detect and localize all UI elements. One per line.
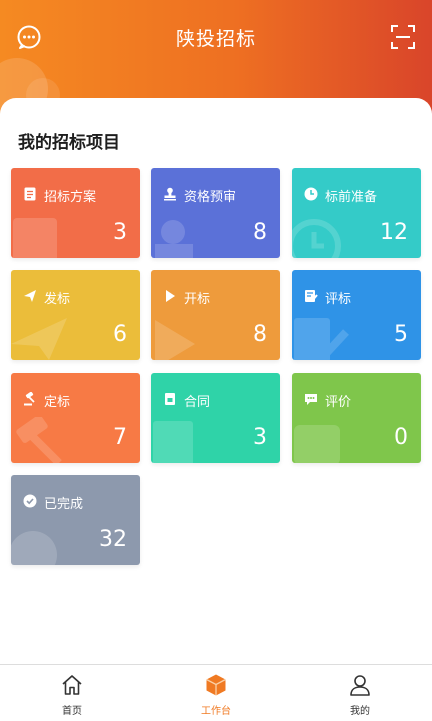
page-title: 陕投招标 [175, 28, 256, 50]
edit-note-watermark-icon [294, 318, 349, 360]
section-title: 我的招标项目 [18, 133, 120, 153]
paper-plane-watermark-icon [11, 318, 67, 360]
contract-watermark-icon [153, 421, 193, 463]
card-bid-evaluation[interactable]: 评标 5 [292, 270, 421, 360]
card-prequalification[interactable]: 资格预审 8 [151, 168, 280, 258]
card-label: 定标 [44, 395, 71, 410]
card-label: 评标 [325, 292, 352, 307]
card-label: 合同 [184, 395, 211, 410]
card-review[interactable]: 评价 0 [292, 373, 421, 463]
card-bid-opening[interactable]: 开标 8 [151, 270, 280, 360]
card-count: 32 [99, 527, 127, 552]
play-watermark-icon [155, 320, 195, 360]
card-count: 7 [113, 425, 127, 450]
card-count: 8 [253, 322, 267, 347]
card-count: 8 [253, 220, 267, 245]
stamp-icon [164, 187, 176, 201]
tab-label: 我的 [350, 706, 370, 717]
card-count: 6 [113, 322, 127, 347]
card-bidding-plan[interactable]: 招标方案 3 [11, 168, 140, 258]
card-bid-award[interactable]: 定标 7 [11, 373, 140, 463]
card-label: 发标 [44, 292, 71, 307]
document-watermark-icon [13, 218, 57, 258]
tab-profile[interactable]: 我的 [288, 665, 432, 721]
tab-label: 工作台 [201, 706, 231, 717]
play-icon [166, 290, 175, 302]
card-completed[interactable]: 已完成 32 [11, 475, 140, 565]
check-circle-icon [23, 494, 37, 508]
card-bid-issue[interactable]: 发标 6 [11, 270, 140, 360]
tab-label: 首页 [62, 706, 82, 717]
tab-workbench[interactable]: 工作台 [144, 665, 288, 721]
card-label: 标前准备 [325, 190, 378, 205]
card-count: 12 [380, 220, 408, 245]
stamp-watermark-icon [155, 220, 193, 258]
document-icon [24, 187, 36, 201]
card-label: 招标方案 [44, 190, 97, 205]
card-label: 已完成 [44, 497, 84, 512]
card-label: 评价 [325, 395, 352, 410]
scan-icon[interactable] [390, 24, 416, 50]
person-icon [350, 675, 370, 696]
bottom-tab-bar: 首页 工作台 我的 [0, 664, 432, 721]
tab-home[interactable]: 首页 [0, 665, 144, 721]
card-count: 3 [253, 425, 267, 450]
contract-icon [165, 393, 175, 405]
workbench-icon [206, 674, 226, 696]
comment-icon [305, 394, 317, 405]
card-count: 3 [113, 220, 127, 245]
paper-plane-icon [24, 290, 36, 302]
card-count: 5 [394, 322, 408, 347]
gavel-watermark-icon [16, 417, 62, 463]
check-circle-watermark-icon [11, 531, 57, 565]
card-count: 0 [394, 425, 408, 450]
card-contract[interactable]: 合同 3 [151, 373, 280, 463]
card-label: 资格预审 [184, 190, 237, 205]
gavel-icon [24, 392, 35, 406]
clock-watermark-icon [292, 219, 341, 258]
card-label: 开标 [184, 292, 211, 307]
edit-note-icon [305, 290, 318, 302]
comment-watermark-icon [294, 425, 340, 463]
card-pre-bid-preparation[interactable]: 标前准备 12 [292, 168, 421, 258]
clock-icon [304, 187, 318, 201]
home-icon [62, 675, 82, 695]
